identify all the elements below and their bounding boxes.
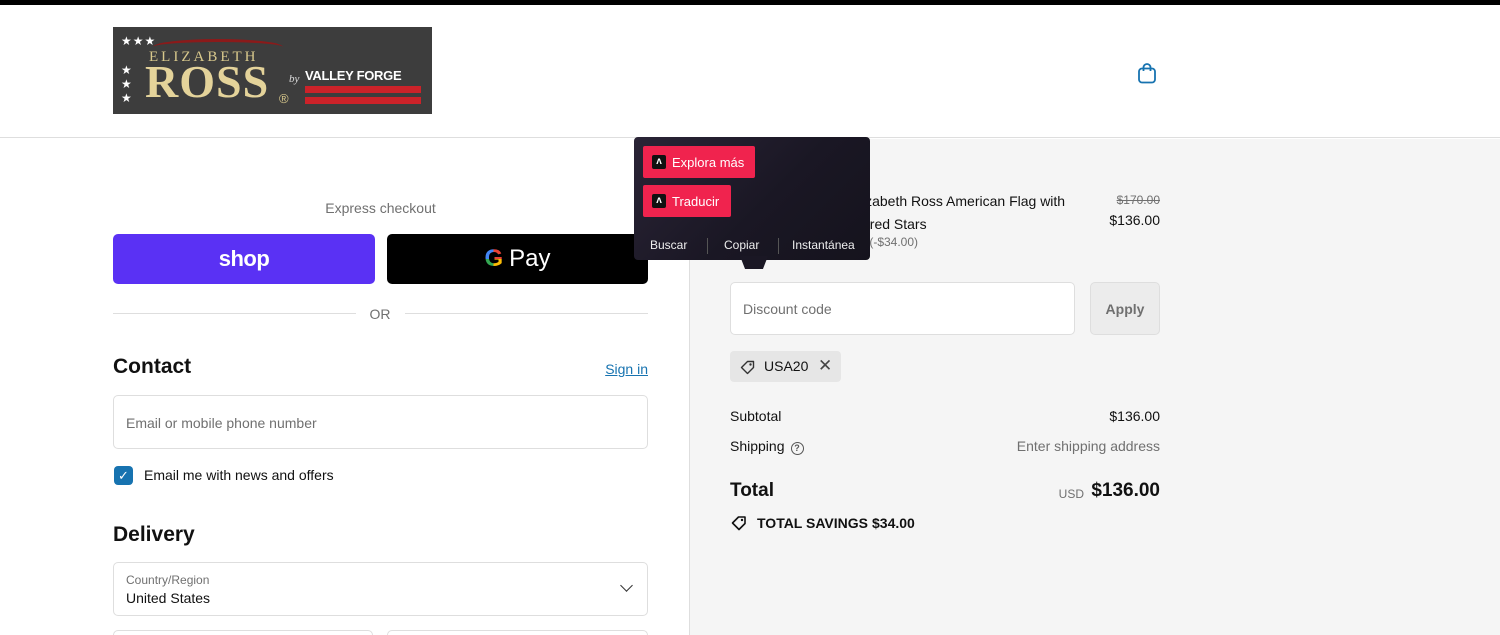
remove-discount-close-icon[interactable]: ✕: [818, 356, 832, 376]
explore-more-label: Explora más: [672, 154, 745, 170]
shipping-value: Enter shipping address: [1016, 438, 1160, 454]
google-pay-label: Pay: [509, 245, 551, 272]
store-logo[interactable]: ★★★ ★ ★ ★ ELIZABETH ROSS ® by VALLEY FORGE: [113, 27, 432, 114]
total-savings-value: $34.00: [872, 515, 915, 531]
country-select[interactable]: Country/Region United States: [113, 562, 648, 616]
divider: [113, 313, 356, 314]
explore-more-button[interactable]: ʌ Explora más: [643, 146, 755, 178]
logo-by: by: [289, 73, 300, 85]
shipping-row: Shipping?: [730, 438, 804, 455]
google-pay-button[interactable]: G Pay: [387, 234, 648, 284]
subtotal-value: $136.00: [1109, 408, 1160, 424]
total-value: $136.00: [1091, 480, 1160, 501]
total-savings-label: TOTAL SAVINGS: [757, 515, 868, 531]
divider: [707, 238, 708, 254]
contact-heading: Contact: [113, 355, 192, 378]
logo-stars-left: ★ ★ ★: [121, 63, 132, 105]
subtotal-label: Subtotal: [730, 408, 782, 424]
discount-placeholder: Discount code: [743, 301, 832, 317]
assistant-logo-icon: ʌ: [652, 194, 666, 208]
price-current: $136.00: [1109, 212, 1160, 228]
apply-discount-button[interactable]: Apply: [1090, 282, 1160, 335]
applied-discount-tag: USA20 ✕: [730, 351, 841, 382]
snapshot-action[interactable]: Instantánea: [792, 238, 855, 252]
discount-code-input[interactable]: Discount code: [730, 282, 1075, 335]
help-icon[interactable]: ?: [790, 442, 804, 455]
chevron-down-icon: [620, 579, 633, 592]
tag-icon: [740, 360, 755, 375]
email-field[interactable]: Email or mobile phone number: [113, 395, 648, 449]
sign-in-link[interactable]: Sign in: [560, 361, 648, 377]
header: ★★★ ★ ★ ★ ELIZABETH ROSS ® by VALLEY FORGE: [0, 5, 1500, 138]
email-placeholder: Email or mobile phone number: [126, 415, 317, 431]
divider: [405, 313, 648, 314]
shipping-label: Shipping: [730, 438, 785, 454]
shopping-bag-icon[interactable]: [1137, 62, 1157, 84]
express-checkout-label: Express checkout: [325, 200, 436, 216]
savings-tag-icon: [731, 516, 746, 531]
logo-partner: VALLEY FORGE: [305, 68, 402, 83]
logo-line2: ROSS: [145, 56, 270, 107]
logo-stars: ★★★: [121, 34, 157, 48]
currency-code: USD: [1058, 487, 1084, 501]
translate-button[interactable]: ʌ Traducir: [643, 185, 731, 217]
first-name-field[interactable]: [113, 630, 373, 635]
logo-stripe: [305, 97, 421, 104]
assistant-logo-icon: ʌ: [652, 155, 666, 169]
country-label: Country/Region: [126, 573, 210, 587]
product-title: izabeth Ross American Flag with ered Sta…: [862, 193, 1066, 232]
translate-label: Traducir: [672, 193, 720, 209]
or-separator: OR: [369, 306, 391, 322]
newsletter-checkbox[interactable]: ✓: [114, 466, 133, 485]
copy-action[interactable]: Copiar: [724, 238, 759, 252]
last-name-field[interactable]: [387, 630, 648, 635]
google-g-icon: G: [484, 245, 504, 272]
product-discount: ) (-$34.00): [862, 235, 919, 249]
logo-registered: ®: [279, 91, 289, 106]
newsletter-label: Email me with news and offers: [144, 467, 334, 483]
country-value: United States: [126, 590, 211, 606]
total-label: Total: [730, 480, 774, 501]
logo-stripe: [305, 86, 421, 93]
applied-code: USA20: [764, 358, 809, 374]
delivery-heading: Delivery: [113, 523, 195, 546]
divider: [778, 238, 779, 254]
shop-pay-button[interactable]: shop: [113, 234, 375, 284]
price-original: $170.00: [1116, 193, 1160, 207]
search-action[interactable]: Buscar: [650, 238, 687, 252]
